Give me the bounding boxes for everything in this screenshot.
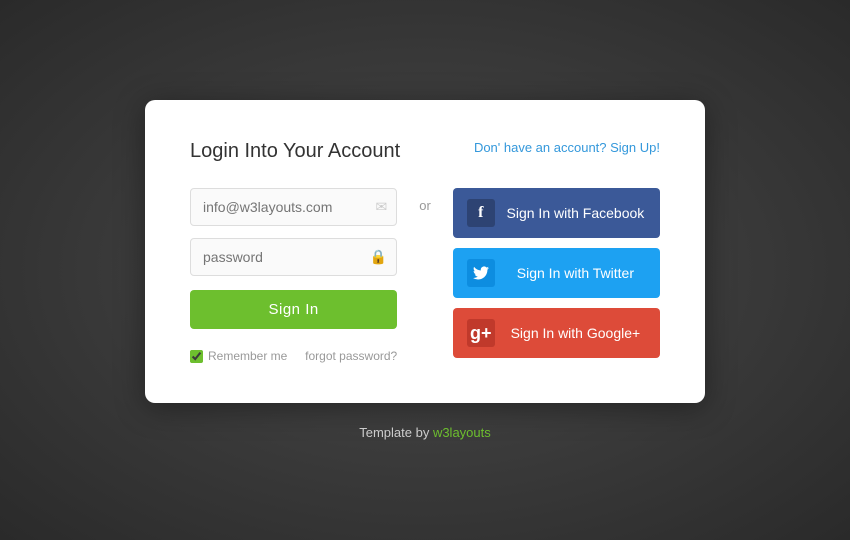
login-card: Login Into Your Account Don' have an acc… — [145, 100, 705, 403]
password-wrapper: 🔒 — [190, 238, 397, 276]
facebook-icon: f — [467, 199, 495, 227]
email-wrapper: ✉ — [190, 188, 397, 226]
card-header: Login Into Your Account Don' have an acc… — [190, 140, 660, 163]
twitter-button-label: Sign In with Twitter — [505, 265, 646, 281]
google-sign-in-button[interactable]: g+ Sign In with Google+ — [453, 308, 660, 358]
lock-icon: 🔒 — [370, 249, 387, 266]
right-column: f Sign In with Facebook Sign In with Twi… — [453, 188, 660, 358]
sign-in-button[interactable]: Sign In — [190, 290, 397, 329]
google-icon: g+ — [467, 319, 495, 347]
footer-text: Template by — [359, 425, 433, 440]
signup-link[interactable]: Don' have an account? Sign Up! — [474, 140, 660, 155]
facebook-sign-in-button[interactable]: f Sign In with Facebook — [453, 188, 660, 238]
remember-checkbox[interactable] — [190, 350, 203, 363]
footer-link[interactable]: w3layouts — [433, 425, 491, 440]
facebook-button-label: Sign In with Facebook — [505, 205, 646, 221]
email-icon: ✉ — [375, 199, 387, 216]
password-input[interactable] — [190, 238, 397, 276]
twitter-icon — [467, 259, 495, 287]
remember-label[interactable]: Remember me — [190, 349, 287, 363]
left-column: ✉ 🔒 Sign In Remember me forgot password? — [190, 188, 397, 363]
remember-row: Remember me forgot password? — [190, 349, 397, 363]
card-body: ✉ 🔒 Sign In Remember me forgot password?… — [190, 188, 660, 363]
twitter-sign-in-button[interactable]: Sign In with Twitter — [453, 248, 660, 298]
email-input[interactable] — [190, 188, 397, 226]
forgot-password-link[interactable]: forgot password? — [305, 349, 397, 363]
or-divider: or — [417, 188, 433, 213]
footer: Template by w3layouts — [359, 425, 491, 440]
google-button-label: Sign In with Google+ — [505, 325, 646, 341]
page-title: Login Into Your Account — [190, 140, 400, 163]
